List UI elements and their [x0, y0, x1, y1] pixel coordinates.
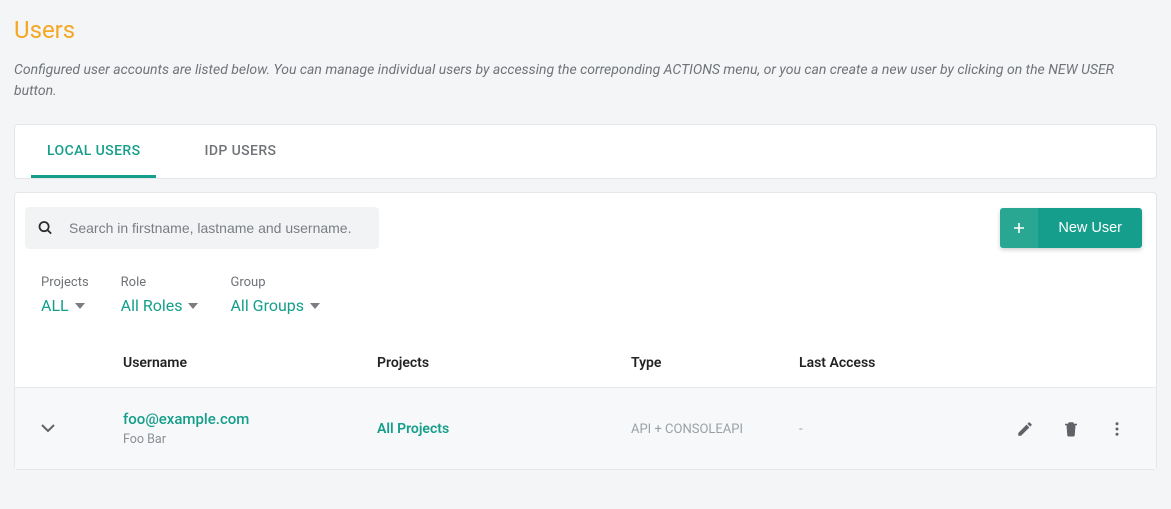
filter-group[interactable]: All Groups: [230, 296, 320, 315]
delete-icon[interactable]: [1062, 420, 1080, 438]
caret-down-icon: [188, 303, 198, 309]
search-icon: [37, 220, 54, 237]
filter-role-value: All Roles: [121, 296, 183, 315]
search-input[interactable]: [25, 207, 379, 249]
filter-projects-value: ALL: [41, 296, 69, 315]
new-user-label: New User: [1038, 208, 1142, 248]
tabs-card: LOCAL USERS IDP USERS: [14, 124, 1157, 179]
col-last-access: Last Access: [799, 355, 957, 371]
filter-projects[interactable]: ALL: [41, 296, 89, 315]
row-username[interactable]: foo@example.com: [123, 410, 377, 428]
caret-down-icon: [310, 303, 320, 309]
col-projects: Projects: [377, 355, 631, 371]
expand-row-icon[interactable]: [41, 424, 55, 433]
page-description: Configured user accounts are listed belo…: [14, 60, 1157, 102]
plus-icon: [1000, 208, 1038, 248]
table-header: Username Projects Type Last Access: [15, 339, 1156, 388]
col-username: Username: [123, 355, 377, 371]
table-row: foo@example.com Foo Bar All Projects API…: [15, 388, 1156, 469]
search-container: [25, 207, 379, 249]
filter-role-label: Role: [121, 275, 199, 290]
more-icon[interactable]: [1108, 420, 1126, 438]
tab-local-users[interactable]: LOCAL USERS: [31, 125, 156, 178]
new-user-button[interactable]: New User: [1000, 208, 1142, 248]
filter-role[interactable]: All Roles: [121, 296, 199, 315]
filter-group-label: Group: [230, 275, 320, 290]
page-title: Users: [14, 16, 1157, 44]
row-last-access: -: [799, 422, 803, 437]
col-type: Type: [631, 355, 799, 371]
content-card: New User Projects ALL Role All Roles Gro…: [14, 192, 1157, 470]
edit-icon[interactable]: [1016, 420, 1034, 438]
caret-down-icon: [75, 303, 85, 309]
row-type: API + CONSOLEAPI: [631, 422, 743, 437]
row-fullname: Foo Bar: [123, 432, 377, 447]
tab-idp-users[interactable]: IDP USERS: [188, 125, 292, 178]
filter-projects-label: Projects: [41, 275, 89, 290]
filter-group-value: All Groups: [230, 296, 304, 315]
row-projects[interactable]: All Projects: [377, 421, 449, 437]
